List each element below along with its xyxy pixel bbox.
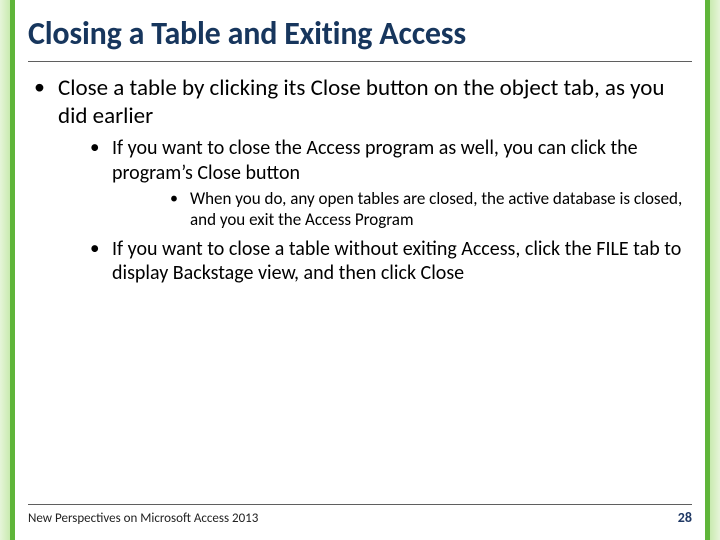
bullet-list-level1: Close a table by clicking its Close butt… <box>28 74 692 285</box>
slide-right-border <box>698 0 720 540</box>
title-divider <box>28 61 692 62</box>
bullet-text: When you do, any open tables are closed,… <box>190 188 682 230</box>
slide-title: Closing a Table and Exiting Access <box>28 10 692 61</box>
bullet-text: If you want to close a table without exi… <box>112 237 681 285</box>
page-number: 28 <box>678 509 692 526</box>
bullet-item: If you want to close the Access program … <box>58 136 692 230</box>
bullet-text: Close a table by clicking its Close butt… <box>58 74 665 130</box>
bullet-item: Close a table by clicking its Close butt… <box>28 74 692 285</box>
content-area: Close a table by clicking its Close butt… <box>28 74 692 285</box>
footer-divider <box>28 504 692 505</box>
slide-left-border <box>0 0 22 540</box>
footer-text: New Perspectives on Microsoft Access 201… <box>28 511 258 526</box>
bullet-list-level2: If you want to close the Access program … <box>58 136 692 285</box>
bullet-list-level3: When you do, any open tables are closed,… <box>112 189 692 230</box>
slide-body: Closing a Table and Exiting Access Close… <box>28 10 692 528</box>
slide-footer: New Perspectives on Microsoft Access 201… <box>28 504 692 526</box>
bullet-text: If you want to close the Access program … <box>112 136 638 184</box>
bullet-item: If you want to close a table without exi… <box>58 237 692 286</box>
footer-row: New Perspectives on Microsoft Access 201… <box>28 509 692 526</box>
bullet-item: When you do, any open tables are closed,… <box>112 189 692 230</box>
